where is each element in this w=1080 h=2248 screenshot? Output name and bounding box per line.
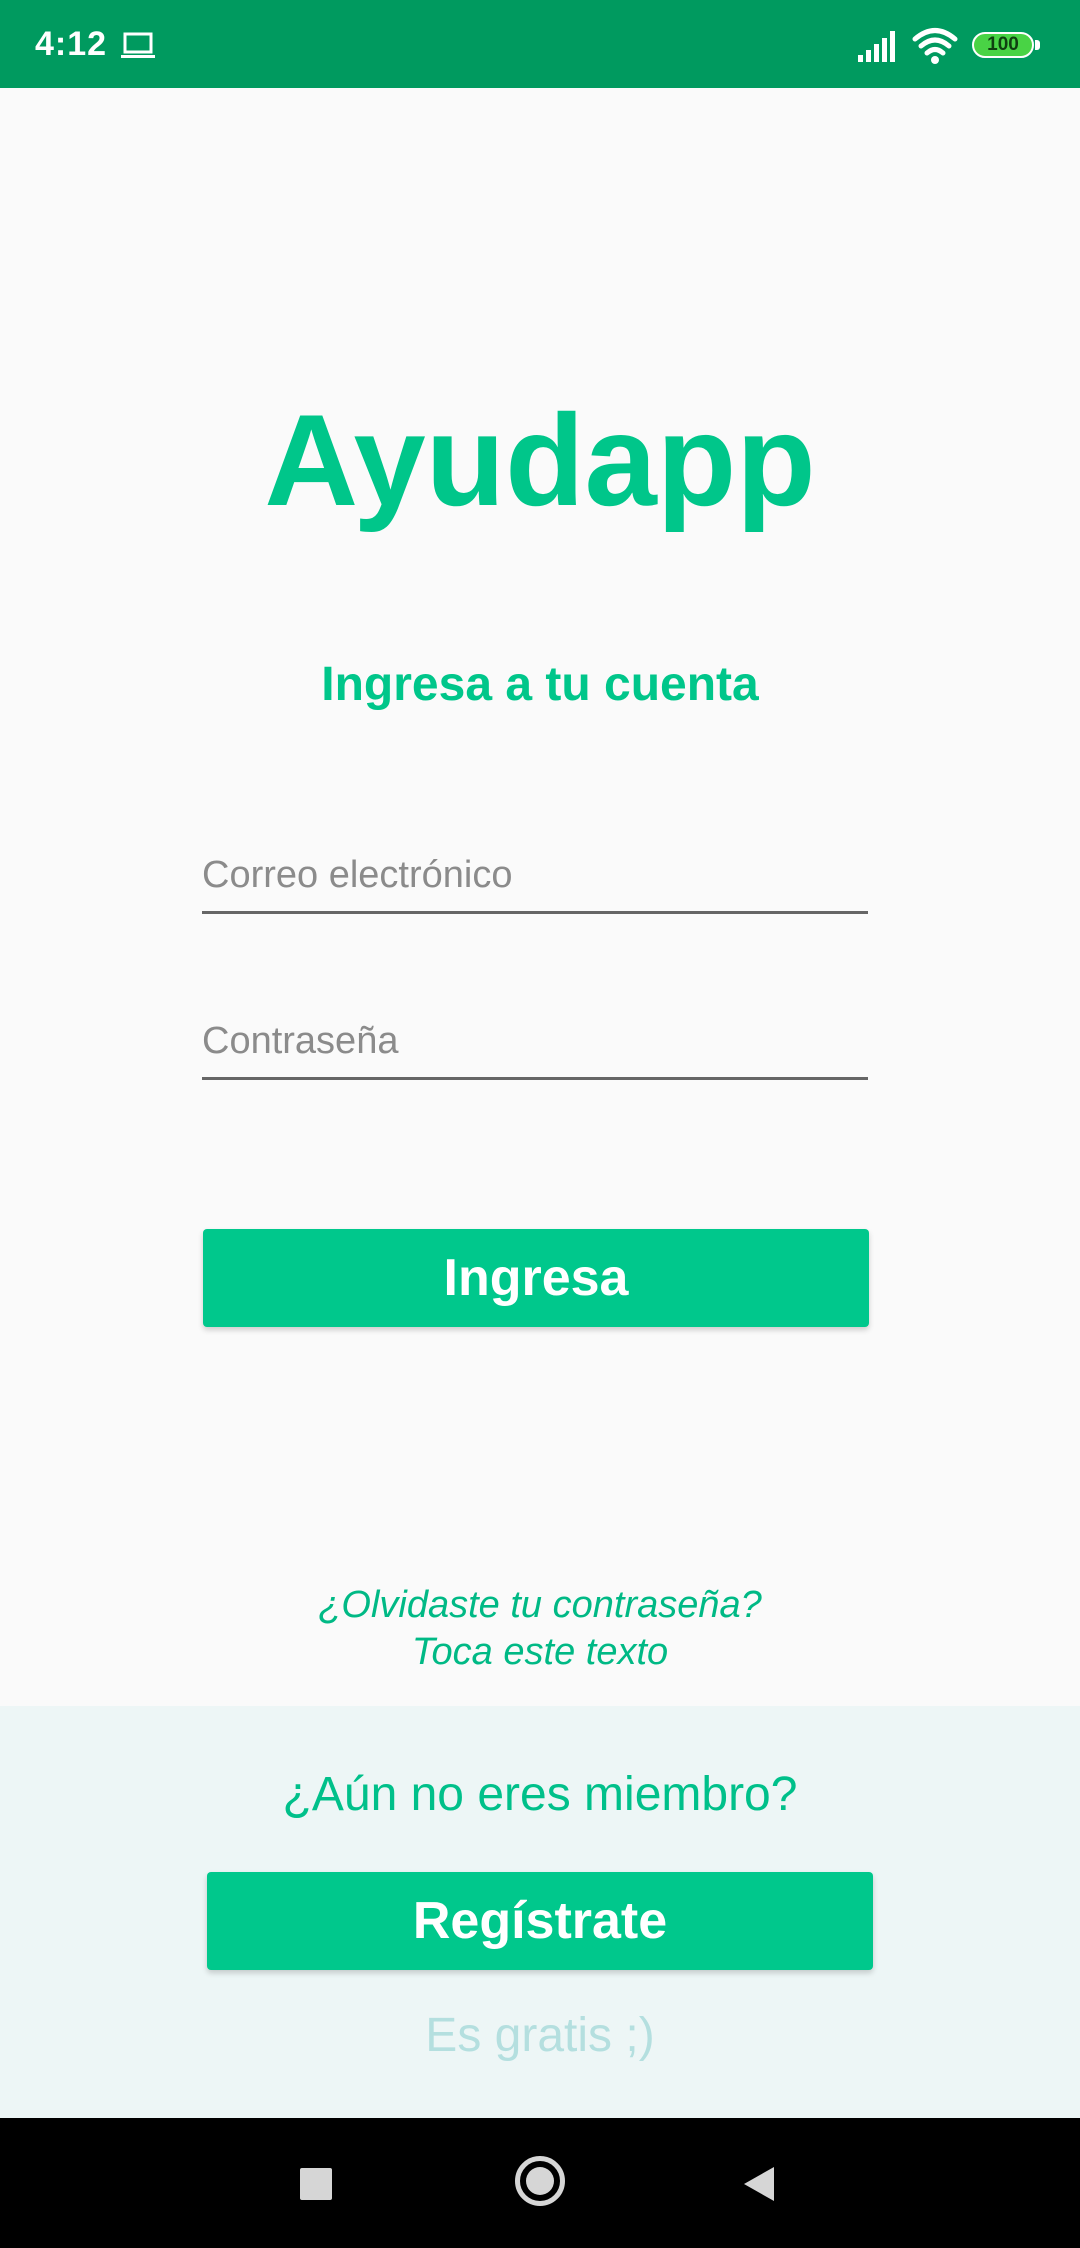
battery-icon: 100 <box>972 32 1042 62</box>
back-icon[interactable] <box>742 2165 776 2203</box>
signal-icon <box>858 31 895 62</box>
email-field[interactable] <box>202 840 868 914</box>
login-heading: Ingresa a tu cuenta <box>321 658 759 711</box>
password-field[interactable] <box>202 1006 868 1080</box>
signup-panel: ¿Aún no eres miembro? Regístrate Es grat… <box>0 1706 1080 2118</box>
login-button[interactable]: Ingresa <box>203 1229 869 1327</box>
navigation-bar <box>0 2118 1080 2248</box>
signup-question: ¿Aún no eres miembro? <box>282 1768 798 1821</box>
app-title: Ayudapp <box>264 387 816 533</box>
wifi-icon <box>912 28 958 64</box>
status-bar: 4:12 100 <box>0 0 1080 88</box>
battery-level: 100 <box>987 34 1019 55</box>
signup-note: Es gratis ;) <box>425 2009 655 2062</box>
laptop-icon <box>121 32 155 58</box>
signup-button[interactable]: Regístrate <box>207 1872 873 1970</box>
forgot-password-hint[interactable]: Toca este texto <box>0 1629 1080 1675</box>
forgot-password-link[interactable]: ¿Olvidaste tu contraseña? <box>0 1582 1080 1628</box>
home-icon[interactable] <box>515 2156 565 2206</box>
status-time: 4:12 <box>35 25 108 63</box>
recent-apps-icon[interactable] <box>300 2168 332 2200</box>
